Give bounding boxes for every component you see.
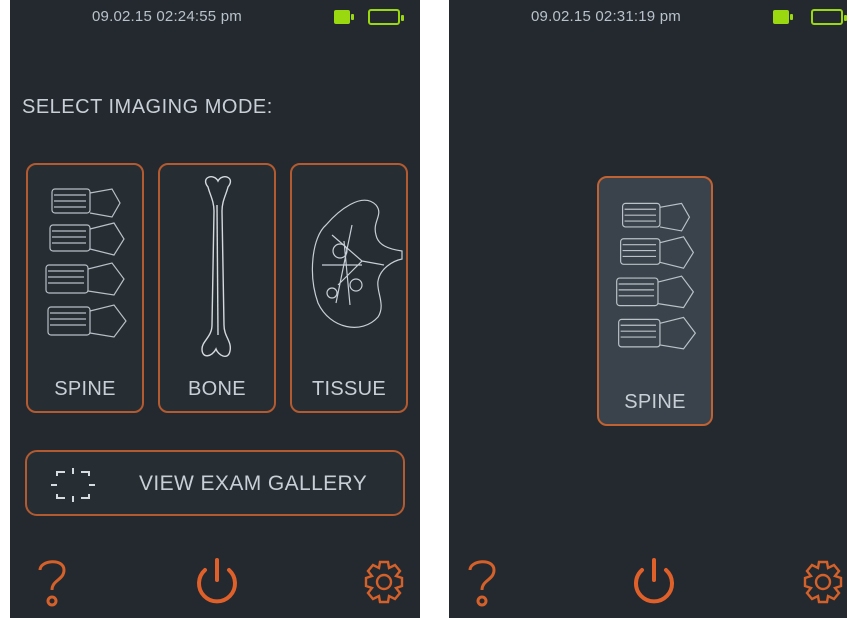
gear-icon[interactable] <box>362 556 406 608</box>
spine-mode-screen: 09.02.15 02:31:19 pm SPINE <box>449 0 847 618</box>
status-bar: 09.02.15 02:24:55 pm <box>10 6 420 30</box>
spine-icon <box>45 188 127 338</box>
battery-icon <box>811 9 847 25</box>
mode-label: TISSUE <box>311 378 387 400</box>
mode-select-screen: 09.02.15 02:24:55 pm SELECT IMAGING MODE… <box>10 0 420 618</box>
help-icon[interactable] <box>464 556 500 608</box>
datetime: 09.02.15 02:31:19 pm <box>531 8 681 25</box>
status-bar: 09.02.15 02:31:19 pm <box>449 6 847 30</box>
mode-label: BONE <box>188 378 246 400</box>
help-icon[interactable] <box>34 556 70 608</box>
mode-spine-button[interactable]: SPINE <box>26 163 144 413</box>
gear-icon[interactable] <box>801 556 845 608</box>
power-icon[interactable] <box>627 558 681 608</box>
focus-frame-icon <box>51 468 95 502</box>
battery-small-icon <box>773 10 793 24</box>
mode-label: SPINE <box>624 391 686 413</box>
bone-icon <box>201 176 232 358</box>
mode-bone-button[interactable]: BONE <box>158 163 276 413</box>
view-exam-gallery-button[interactable]: VIEW EXAM GALLERY <box>25 450 405 516</box>
kidney-icon <box>311 199 403 328</box>
datetime: 09.02.15 02:24:55 pm <box>92 8 242 25</box>
gallery-label: VIEW EXAM GALLERY <box>139 472 368 495</box>
spine-icon <box>616 202 697 350</box>
page-title: SELECT IMAGING MODE: <box>22 96 273 118</box>
power-icon[interactable] <box>190 558 244 608</box>
battery-small-icon <box>334 10 354 24</box>
selected-mode-spine[interactable]: SPINE <box>597 176 713 426</box>
mode-tissue-button[interactable]: TISSUE <box>290 163 408 413</box>
battery-icon <box>368 9 404 25</box>
mode-label: SPINE <box>54 378 116 400</box>
